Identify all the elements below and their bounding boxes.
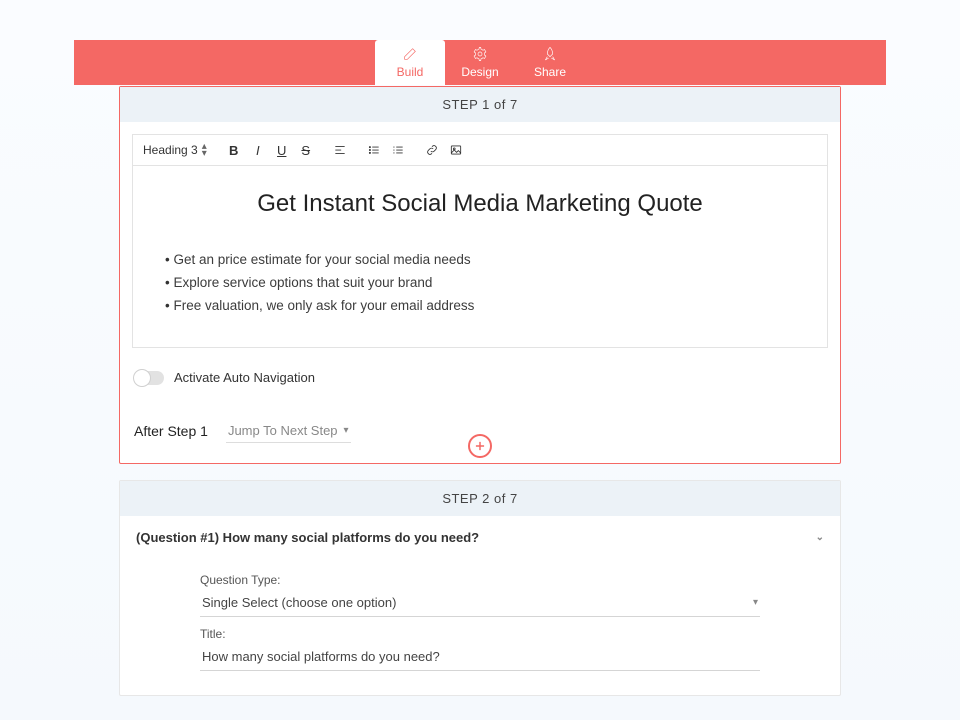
link-button[interactable] (421, 139, 443, 161)
step1-panel: STEP 1 of 7 Heading 3 ▴▾ B I U S (119, 86, 841, 464)
align-icon (333, 143, 347, 157)
question-accordion-header[interactable]: (Question #1) How many social platforms … (120, 516, 840, 559)
pencil-icon (402, 46, 418, 62)
content-headline: Get Instant Social Media Marketing Quote (153, 190, 807, 218)
italic-button[interactable]: I (247, 139, 269, 161)
tab-label: Share (534, 65, 566, 79)
question-type-label: Question Type: (200, 573, 760, 587)
after-step-label: After Step 1 (134, 423, 208, 439)
rocket-icon (542, 46, 558, 62)
chevron-down-icon: ⌄ (816, 532, 824, 543)
question-type-select[interactable]: Single Select (choose one option) ▾ (200, 589, 760, 617)
heading-select-label: Heading 3 (143, 143, 198, 157)
image-button[interactable] (445, 139, 467, 161)
jump-select[interactable]: Jump To Next Step ▾ (226, 419, 351, 443)
list-ul-icon (367, 143, 381, 157)
chevron-down-icon: ▾ (753, 597, 758, 608)
align-button[interactable] (329, 139, 351, 161)
updown-icon: ▴▾ (202, 143, 207, 157)
tab-design[interactable]: Design (445, 40, 515, 85)
link-icon (425, 143, 439, 157)
auto-nav-label: Activate Auto Navigation (174, 370, 315, 385)
top-toolbar: Build Design Share (74, 40, 886, 85)
chevron-down-icon: ▾ (344, 425, 349, 436)
plus-icon (473, 439, 487, 453)
bold-button[interactable]: B (223, 139, 245, 161)
heading-select[interactable]: Heading 3 ▴▾ (139, 141, 211, 159)
list-ol-icon (391, 143, 405, 157)
step2-panel: STEP 2 of 7 (Question #1) How many socia… (119, 480, 841, 696)
tab-share[interactable]: Share (515, 40, 585, 85)
image-icon (449, 143, 463, 157)
add-step-button[interactable] (468, 434, 492, 458)
list-ul-button[interactable] (363, 139, 385, 161)
editor-content[interactable]: Get Instant Social Media Marketing Quote… (133, 166, 827, 347)
auto-nav-row: Activate Auto Navigation (134, 370, 826, 385)
gear-icon (472, 46, 488, 62)
underline-button[interactable]: U (271, 139, 293, 161)
question-type-value: Single Select (choose one option) (202, 595, 396, 610)
auto-nav-toggle[interactable] (134, 371, 164, 385)
rich-text-editor: Heading 3 ▴▾ B I U S (132, 134, 828, 348)
question-title-input[interactable]: How many social platforms do you need? (200, 643, 760, 671)
mode-tabs: Build Design Share (375, 40, 585, 85)
tab-build[interactable]: Build (375, 40, 445, 85)
bullet-item: Get an price estimate for your social me… (165, 248, 807, 271)
bullet-item: Explore service options that suit your b… (165, 271, 807, 294)
bullet-item: Free valuation, we only ask for your ema… (165, 294, 807, 317)
tab-label: Build (397, 65, 424, 79)
editor-toolbar: Heading 3 ▴▾ B I U S (133, 135, 827, 166)
step2-header: STEP 2 of 7 (120, 481, 840, 516)
tab-label: Design (461, 65, 498, 79)
content-bullets: Get an price estimate for your social me… (153, 248, 807, 317)
question-title: (Question #1) How many social platforms … (136, 530, 479, 545)
question-title-label: Title: (200, 627, 760, 641)
step1-header: STEP 1 of 7 (120, 87, 840, 122)
list-ol-button[interactable] (387, 139, 409, 161)
question-title-value: How many social platforms do you need? (202, 649, 440, 664)
jump-select-label: Jump To Next Step (228, 423, 338, 438)
strike-button[interactable]: S (295, 139, 317, 161)
question-body: Question Type: Single Select (choose one… (120, 559, 840, 695)
